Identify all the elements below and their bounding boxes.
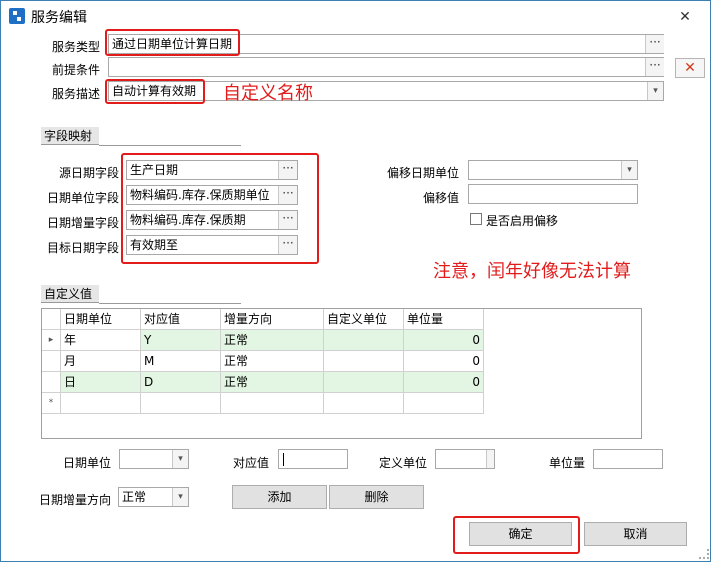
table-cell[interactable] [324,351,404,372]
table-cell[interactable]: Y [141,330,221,351]
date-unit-field-value: 物料编码.库存.保质期单位 [130,188,270,202]
ok-button[interactable]: 确定 [469,522,572,546]
precondition-ellipsis-button[interactable]: ··· [645,58,664,76]
close-icon[interactable]: ✕ [665,7,705,27]
enable-offset-checkbox[interactable] [470,213,482,225]
precondition-label: 前提条件 [52,63,101,77]
delete-button[interactable]: 删除 [329,485,424,509]
offset-value-label: 偏移值 [423,191,460,205]
table-cell[interactable] [324,393,404,414]
service-desc-value: 自动计算有效期 [112,84,197,98]
grid-header-direction[interactable]: 增量方向 [221,309,324,330]
date-unit-ellipsis-button[interactable]: ··· [278,186,297,204]
app-icon [9,8,25,24]
service-type-field[interactable]: 通过日期单位计算日期 [108,34,664,54]
target-date-ellipsis-button[interactable]: ··· [278,236,297,254]
table-cell[interactable]: 日 [61,372,141,393]
table-cell[interactable]: 正常 [221,330,324,351]
offset-unit-select[interactable] [468,160,638,180]
table-cell[interactable]: D [141,372,221,393]
target-date-label: 目标日期字段 [47,241,120,255]
add-button[interactable]: 添加 [232,485,327,509]
table-cell[interactable]: 正常 [221,372,324,393]
service-desc-label: 服务描述 [52,87,101,101]
table-cell[interactable]: 0 [404,330,484,351]
field-mapping-divider [99,145,241,146]
date-increment-field[interactable]: 物料编码.库存.保质期 [126,210,298,230]
target-date-value: 有效期至 [130,238,179,252]
precondition-field[interactable] [108,57,664,77]
custom-values-section-title: 自定义值 [41,285,99,303]
grid-row-header[interactable] [42,372,61,393]
date-increment-label: 日期增量字段 [47,216,120,230]
grid-corner [42,309,61,330]
service-desc-dropdown-icon[interactable]: ▾ [647,82,663,100]
table-cell[interactable] [324,330,404,351]
table-cell[interactable]: M [141,351,221,372]
custom-values-grid: 日期单位 对应值 增量方向 自定义单位 单位量 ▸ 年 Y 正常 0 月 M 正… [41,308,642,439]
field-mapping-section-title: 字段映射 [41,127,99,145]
grid-header-value[interactable]: 对应值 [141,309,221,330]
grid-header-custom-unit[interactable]: 自定义单位 [324,309,404,330]
date-increment-ellipsis-button[interactable]: ··· [278,211,297,229]
source-date-value: 生产日期 [130,163,179,177]
grid-row-indicator[interactable]: ▸ [42,330,61,351]
cancel-button[interactable]: 取消 [584,522,687,546]
date-increment-value: 物料编码.库存.保质期 [130,213,246,227]
service-type-value: 通过日期单位计算日期 [112,37,233,51]
grid-row-header[interactable] [42,351,61,372]
editor-amount-label: 单位量 [549,456,586,470]
editor-date-unit-label: 日期单位 [63,456,112,470]
table-cell[interactable]: 0 [404,372,484,393]
offset-value-input[interactable] [468,184,638,204]
offset-unit-dropdown-icon[interactable]: ▾ [621,161,637,179]
editor-value-label: 对应值 [233,456,270,470]
date-unit-field[interactable]: 物料编码.库存.保质期单位 [126,185,298,205]
enable-offset-label: 是否启用偏移 [486,214,559,228]
offset-unit-label: 偏移日期单位 [387,166,460,180]
annotation-leap-year: 注意，闰年好像无法计算 [433,261,631,282]
date-unit-field-label: 日期单位字段 [47,191,120,205]
table-cell[interactable]: 0 [404,351,484,372]
table-cell[interactable] [404,393,484,414]
table-cell[interactable] [141,393,221,414]
source-date-field[interactable]: 生产日期 [126,160,298,180]
grid-header-amount[interactable]: 单位量 [404,309,484,330]
editor-custom-unit-label: 定义单位 [379,456,428,470]
grid-header-date-unit[interactable]: 日期单位 [61,309,141,330]
title-bar: 服务编辑 ✕ [1,1,710,31]
editor-custom-unit-dropdown-icon[interactable] [486,450,494,468]
annotation-custom-name: 自定义名称 [223,83,313,104]
target-date-field[interactable]: 有效期至 [126,235,298,255]
editor-value-input[interactable] [278,449,348,469]
editor-direction-label: 日期增量方向 [39,493,112,507]
resize-grip-icon[interactable] [699,549,709,559]
editor-date-unit-dropdown-icon[interactable]: ▾ [172,450,188,468]
clear-precondition-icon[interactable]: ✕ [675,58,705,78]
service-type-ellipsis-button[interactable]: ··· [645,35,664,53]
table-cell[interactable] [324,372,404,393]
table-cell[interactable] [221,393,324,414]
table-cell[interactable]: 年 [61,330,141,351]
source-date-ellipsis-button[interactable]: ··· [278,161,297,179]
table-cell[interactable] [61,393,141,414]
editor-direction-value: 正常 [122,490,147,504]
source-date-label: 源日期字段 [59,166,120,180]
grid-new-row-marker[interactable]: * [42,393,61,414]
custom-values-divider [99,303,241,304]
service-desc-select[interactable]: 自动计算有效期 [108,81,664,101]
table-cell[interactable]: 正常 [221,351,324,372]
window-title: 服务编辑 [31,10,87,26]
service-edit-window: 服务编辑 ✕ 服务类型 通过日期单位计算日期 ··· 前提条件 ··· ✕ 服务… [0,0,711,562]
text-cursor [283,453,284,466]
editor-amount-input[interactable] [593,449,663,469]
table-cell[interactable]: 月 [61,351,141,372]
editor-direction-dropdown-icon[interactable]: ▾ [172,488,188,506]
service-type-label: 服务类型 [52,40,101,54]
